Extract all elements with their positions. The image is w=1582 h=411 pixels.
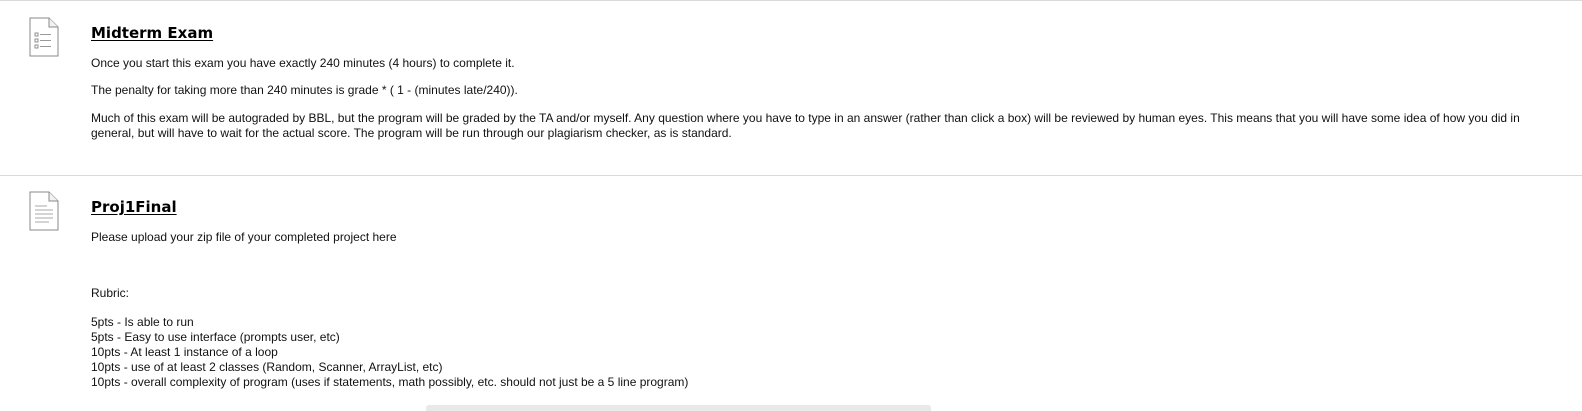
item-description: Much of this exam will be autograded by … xyxy=(91,111,1520,140)
content-item-proj1final: Proj1Final Please upload your zip file o… xyxy=(0,175,1582,411)
rubric-item: 10pts - At least 1 instance of a loop xyxy=(91,345,278,359)
item-description: The penalty for taking more than 240 min… xyxy=(91,83,518,97)
horizontal-scrollbar[interactable] xyxy=(426,405,931,411)
rubric-list: 5pts - Is able to run 5pts - Easy to use… xyxy=(91,315,688,390)
rubric-item: 10pts - overall complexity of program (u… xyxy=(91,375,689,389)
item-description: Please upload your zip file of your comp… xyxy=(91,230,397,244)
item-description: Once you start this exam you have exactl… xyxy=(91,56,515,70)
rubric-item: 10pts - use of at least 2 classes (Rando… xyxy=(91,360,443,374)
rubric-item: 5pts - Easy to use interface (prompts us… xyxy=(91,330,340,344)
document-icon xyxy=(29,191,59,231)
rubric-item: 5pts - Is able to run xyxy=(91,315,194,329)
test-icon xyxy=(29,17,59,57)
rubric-heading: Rubric: xyxy=(91,286,130,300)
content-item-midterm-exam: Midterm Exam Once you start this exam yo… xyxy=(0,0,1582,175)
item-title-link[interactable]: Proj1Final xyxy=(91,198,177,216)
item-title-link[interactable]: Midterm Exam xyxy=(91,24,213,42)
